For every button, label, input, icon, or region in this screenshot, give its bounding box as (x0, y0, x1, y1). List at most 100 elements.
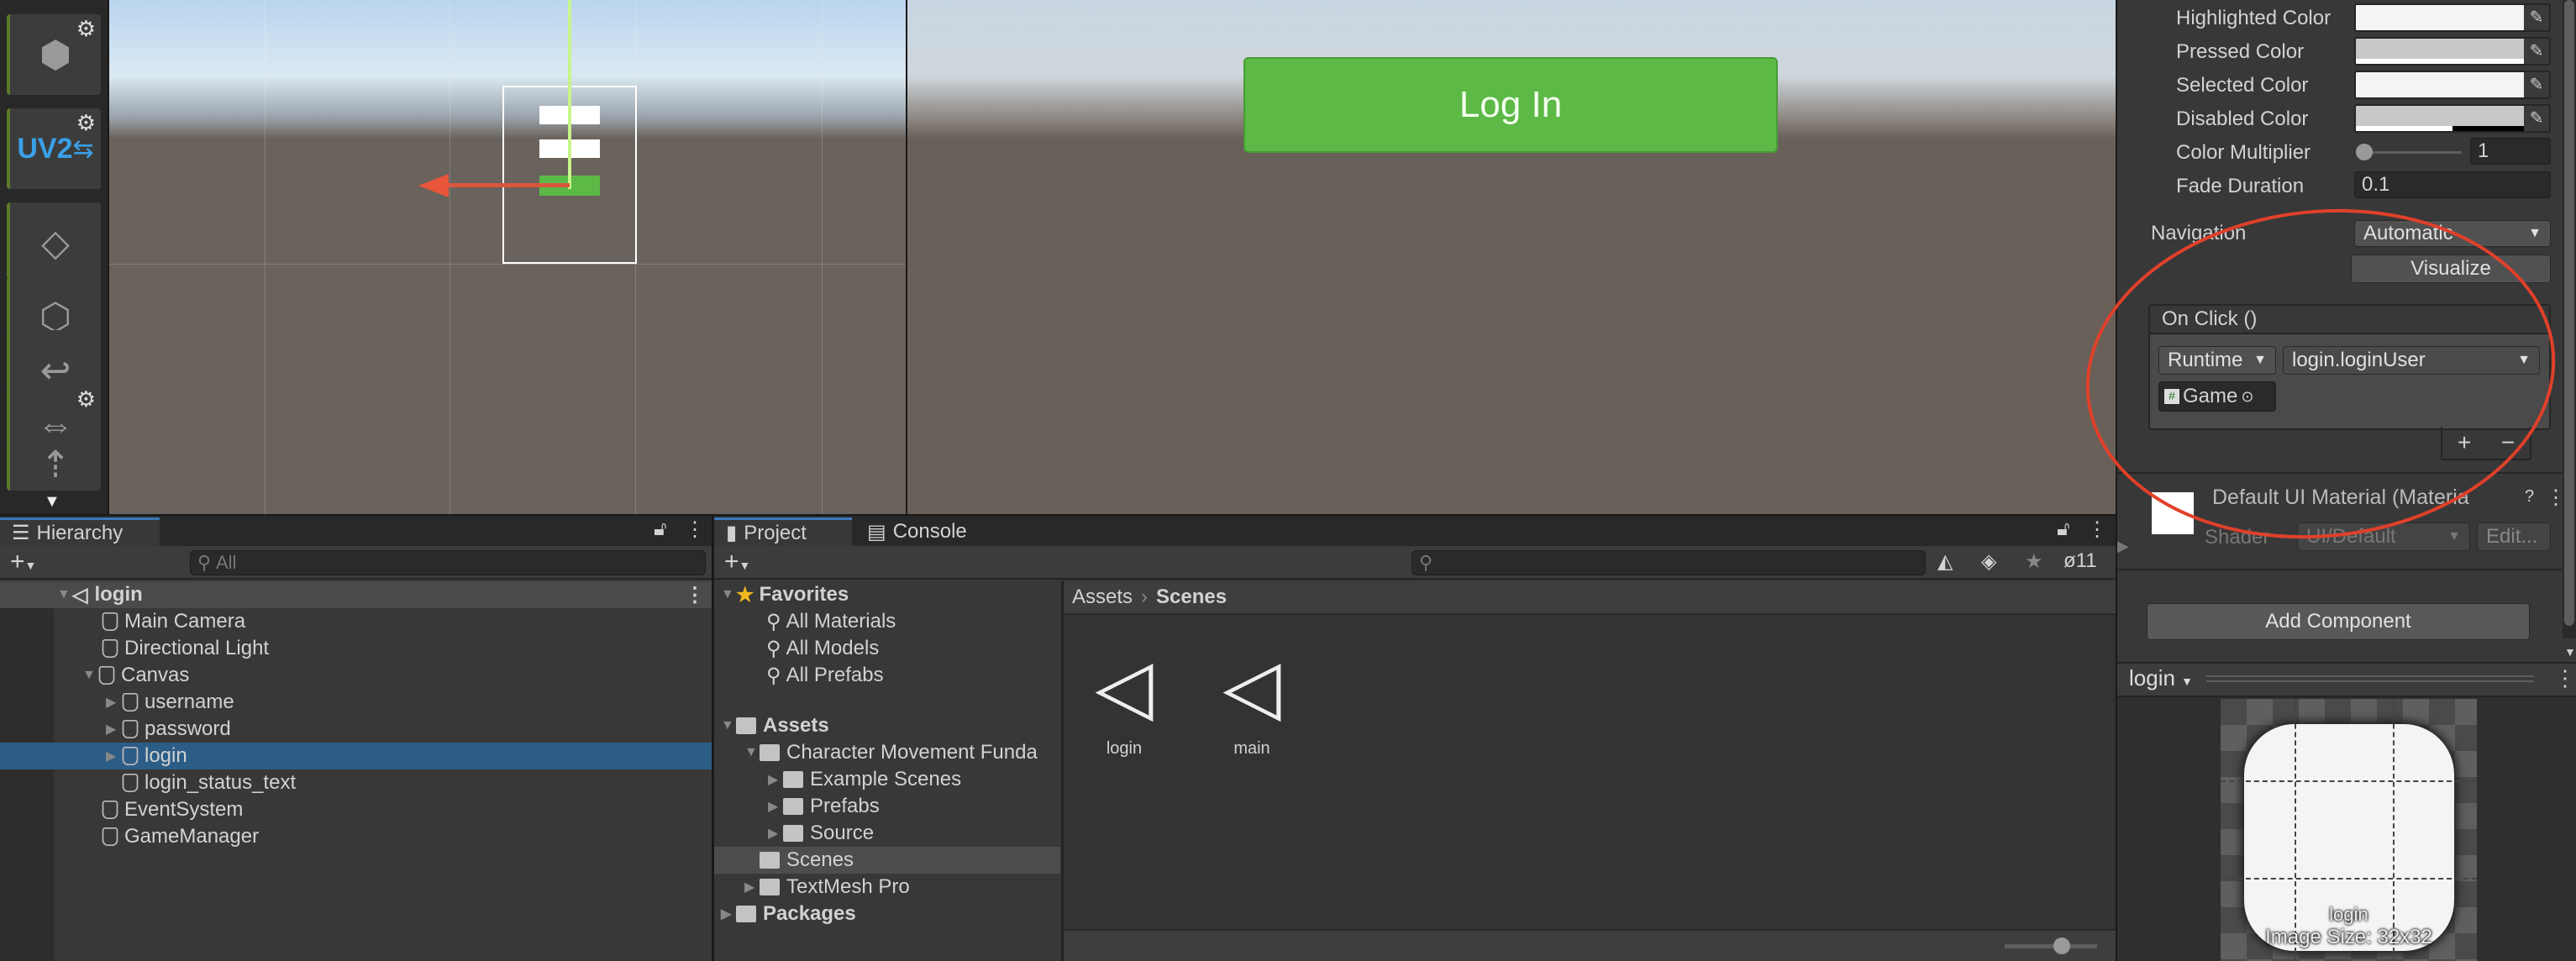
hierarchy-item[interactable]: Main Camera (0, 608, 712, 635)
tree-label: Prefabs (810, 795, 880, 817)
function-dropdown[interactable]: login.loginUser ▼ (2283, 346, 2540, 375)
filter-by-type-icon[interactable]: ◭ (1937, 549, 1953, 574)
asset-item[interactable]: ◁ main (1208, 645, 1296, 759)
hierarchy-search[interactable]: ⚲ All (190, 550, 706, 575)
preview-dropdown[interactable]: login ▼ (2129, 665, 2193, 691)
color-multiplier-slider[interactable] (2361, 151, 2462, 154)
folder-open-icon (736, 717, 756, 734)
y-axis-gizmo[interactable] (568, 0, 571, 189)
remove-listener-button[interactable]: − (2501, 429, 2515, 456)
eyedropper-icon[interactable]: ✎ (2524, 5, 2549, 30)
more-icon[interactable]: ⋮ (2087, 517, 2107, 542)
runtime-dropdown[interactable]: Runtime ▼ (2158, 346, 2276, 375)
x-arrow-icon[interactable] (418, 174, 449, 197)
help-icon[interactable]: ? (2525, 487, 2534, 507)
tree-packages[interactable]: ▶ Packages (714, 901, 1060, 927)
eyedropper-icon[interactable]: ✎ (2524, 39, 2549, 64)
color-multiplier-input[interactable]: 1 (2470, 138, 2551, 165)
navigation-dropdown[interactable]: Automatic ▼ (2354, 220, 2551, 247)
expand-icon[interactable]: ▶ (106, 748, 121, 764)
add-component-button[interactable]: Add Component (2147, 603, 2530, 640)
hierarchy-item[interactable]: ▼ Canvas (0, 662, 712, 689)
tree-label: Source (810, 822, 875, 844)
hierarchy-item[interactable]: Directional Light (0, 635, 712, 662)
more-icon[interactable]: ⋮ (685, 517, 705, 542)
expand-icon[interactable]: ▶ (106, 721, 121, 738)
tree-favorites[interactable]: ▼ ★ Favorites (714, 581, 1060, 608)
navigation-value: Automatic (2363, 222, 2453, 244)
game-view[interactable]: Log In (907, 0, 2116, 514)
merge-icon[interactable]: ⇡ (7, 438, 101, 491)
hierarchy-item[interactable]: ▶ password (0, 716, 712, 743)
eyedropper-icon[interactable]: ✎ (2524, 106, 2549, 131)
tab-hierarchy[interactable]: ☰ Hierarchy (0, 517, 160, 546)
tab-console[interactable]: ▤ Console (855, 517, 979, 546)
tree-item[interactable]: ▶ Source (714, 820, 1060, 847)
project-search[interactable]: ⚲ (1412, 550, 1926, 575)
expand-icon[interactable]: ▶ (106, 694, 121, 711)
object-picker-icon[interactable]: ⊙ (2241, 388, 2253, 406)
tree-item[interactable]: ▼ Character Movement Funda (714, 739, 1060, 766)
selected-color-field[interactable]: ✎ (2354, 71, 2551, 99)
tab-project[interactable]: ▮ Project (714, 517, 852, 546)
tree-item-selected[interactable]: Scenes (714, 847, 1060, 874)
more-icon[interactable]: ⋮ (685, 583, 705, 607)
inspector-scrollbar[interactable] (2563, 0, 2576, 638)
tree-item[interactable]: ▶ Example Scenes (714, 766, 1060, 793)
pressed-color-label: Pressed Color (2176, 40, 2305, 63)
scroll-down-icon[interactable]: ▼ (2564, 645, 2576, 659)
pressed-color-field[interactable]: ✎ (2354, 37, 2551, 66)
slider-thumb[interactable] (2356, 144, 2373, 160)
hierarchy-item[interactable]: GameManager (0, 823, 712, 850)
hierarchy-item[interactable]: ▶ username (0, 689, 712, 716)
shader-dropdown[interactable]: UI/Default ▼ (2297, 523, 2470, 551)
object-field[interactable]: # Game ⊙ (2158, 381, 2276, 412)
expand-icon[interactable]: ▼ (57, 587, 72, 602)
favorite-star-icon[interactable]: ★ (2025, 549, 2043, 574)
login-button[interactable]: Log In (1243, 57, 1778, 153)
scene-row[interactable]: ▼ ◁ login ⋮ (0, 581, 712, 608)
tree-label: Example Scenes (810, 768, 962, 790)
lock-icon[interactable]: 🔓︎ (2057, 517, 2070, 541)
preview-resize-handle[interactable] (2206, 675, 2534, 682)
more-icon[interactable]: ⋮ (2554, 665, 2576, 691)
slider-thumb[interactable] (2053, 937, 2070, 954)
lock-icon[interactable]: 🔓︎ (654, 517, 667, 541)
expand-icon[interactable]: ▶ (2117, 538, 2129, 555)
tree-item[interactable]: ⚲ All Materials (714, 608, 1060, 635)
tree-assets[interactable]: ▼ Assets (714, 712, 1060, 739)
script-icon: # (2164, 389, 2179, 404)
create-button[interactable]: +▼ (724, 548, 750, 576)
hidden-packages-toggle[interactable]: ø11 (2063, 549, 2097, 573)
x-axis-gizmo[interactable] (445, 183, 570, 187)
visualize-button[interactable]: Visualize (2351, 255, 2551, 283)
scene-view[interactable] (109, 0, 906, 514)
highlighted-color-field[interactable]: ✎ (2354, 3, 2551, 32)
edit-shader-button[interactable]: Edit... (2477, 523, 2551, 551)
breadcrumb-scenes[interactable]: Scenes (1156, 586, 1227, 609)
tree-item[interactable]: ▶ Prefabs (714, 793, 1060, 820)
eyedropper-icon[interactable]: ✎ (2524, 72, 2549, 97)
more-icon[interactable]: ⋮ (2546, 486, 2566, 510)
folder-icon (760, 879, 780, 895)
tree-item[interactable]: ⚲ All Models (714, 635, 1060, 662)
asset-footer (1064, 929, 2116, 961)
hierarchy-item-selected[interactable]: ▶ login (0, 743, 712, 769)
create-button[interactable]: +▼ (10, 548, 36, 576)
add-listener-button[interactable]: + (2458, 429, 2471, 456)
hierarchy-item[interactable]: login_status_text (0, 769, 712, 796)
tree-item[interactable]: ⚲ All Prefabs (714, 662, 1060, 689)
asset-item[interactable]: ◁ login (1080, 645, 1168, 759)
icon-size-slider[interactable] (2005, 944, 2097, 948)
hierarchy-tabbar: ☰ Hierarchy 🔓︎ ⋮ (0, 516, 712, 546)
disabled-color-field[interactable]: ✎ (2354, 104, 2551, 133)
folder-icon (783, 825, 803, 842)
tree-item[interactable]: ▶ TextMesh Pro (714, 874, 1060, 901)
scroll-down-icon[interactable]: ▼ (44, 492, 60, 512)
fade-duration-input[interactable]: 0.1 (2354, 171, 2551, 198)
breadcrumb-assets[interactable]: Assets (1072, 586, 1133, 609)
expand-icon[interactable]: ▼ (82, 668, 97, 683)
hierarchy-item[interactable]: EventSystem (0, 796, 712, 823)
filter-by-label-icon[interactable]: ◈ (1981, 549, 1996, 574)
search-icon: ⚲ (1419, 552, 1433, 573)
